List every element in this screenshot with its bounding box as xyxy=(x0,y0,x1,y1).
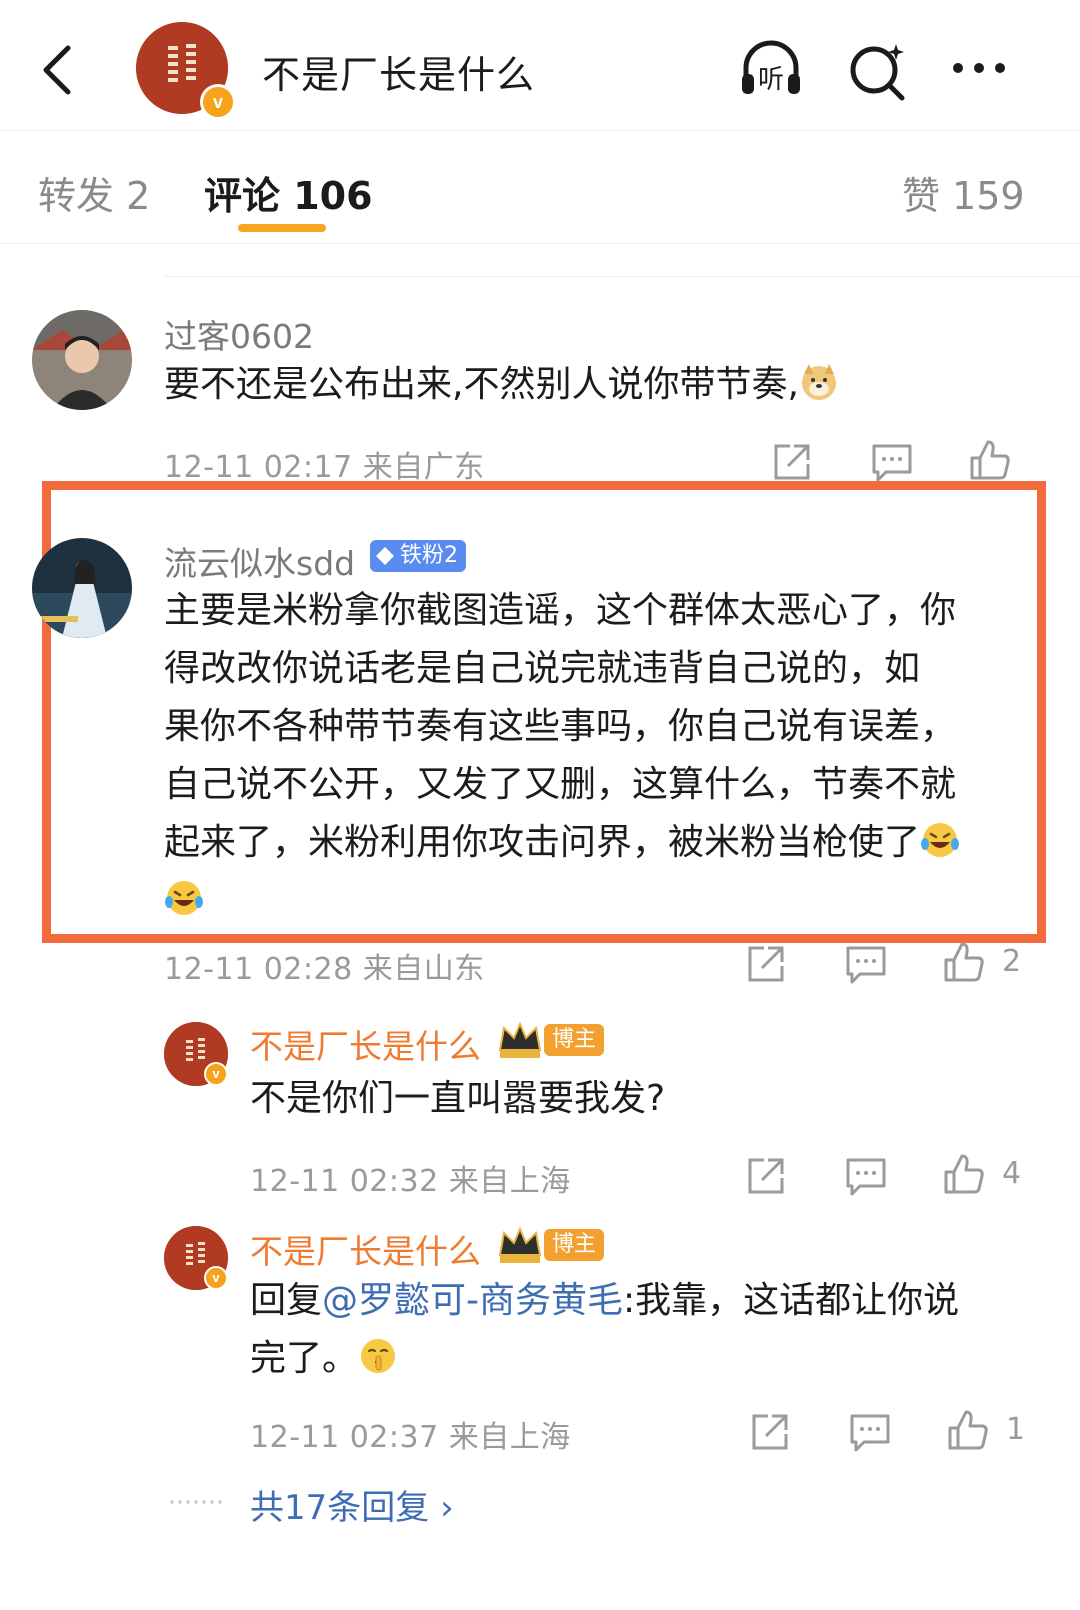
comment-username[interactable]: 流云似水sdd xyxy=(164,537,355,585)
fan-badge-label: 铁粉2 xyxy=(400,543,458,568)
comment-text-content: 要不还是公布出来,不然别人说你带节奏, xyxy=(164,364,799,405)
like-count: 4 xyxy=(1002,1156,1022,1191)
tab-comments[interactable]: 评论 106 xyxy=(204,165,373,220)
reply-time: 12-11 02:32 xyxy=(250,1164,439,1199)
share-icon[interactable] xyxy=(744,1154,788,1198)
comment-username[interactable]: 过客0602 xyxy=(164,310,314,358)
blogger-avatar[interactable]: v xyxy=(136,22,236,120)
comment-line: 得改改你说话老是自己说完就违背自己说的，如 xyxy=(164,648,921,689)
avatar[interactable] xyxy=(32,538,132,638)
laugh-cry-emoji xyxy=(164,878,204,918)
reply-text: 不是你们一直叫嚣要我发? xyxy=(250,1078,666,1119)
tab-bar: 转发 2 评论 106 赞 159 xyxy=(0,131,1080,244)
reply-text-content: :我靠，这话都让你说 xyxy=(623,1280,960,1321)
host-badge-label: 博主 xyxy=(544,1024,605,1056)
reply-username[interactable]: 不是厂长是什么 xyxy=(250,1225,481,1273)
iron-fan-badge: 铁粉2 xyxy=(370,540,466,572)
reply-location: 来自上海 xyxy=(448,1164,571,1199)
host-badge: 博主 xyxy=(498,1020,605,1060)
verified-badge: v xyxy=(204,1062,228,1086)
divider xyxy=(164,276,1080,277)
like-icon[interactable] xyxy=(942,940,986,984)
laugh-cry-emoji xyxy=(920,820,960,860)
shush-emoji xyxy=(358,1336,398,1376)
comment-meta: 12-11 02:17 来自广东 xyxy=(164,442,485,486)
listen-icon[interactable]: 听 xyxy=(738,38,804,104)
comment-location: 来自广东 xyxy=(362,450,485,485)
host-badge: 博主 xyxy=(498,1225,605,1265)
reply-meta: 12-11 02:32 来自上海 xyxy=(250,1156,571,1200)
share-icon[interactable] xyxy=(748,1410,792,1454)
page-title: 不是厂长是什么 xyxy=(262,53,536,97)
reply-time: 12-11 02:37 xyxy=(250,1420,439,1455)
reply-text-content: 完了。 xyxy=(250,1338,359,1379)
crown-icon xyxy=(498,1226,542,1263)
comment-meta: 12-11 02:28 来自山东 xyxy=(164,944,485,987)
host-badge-label: 博主 xyxy=(544,1229,605,1261)
comment-line: 起来了，米粉利用你攻击问界，被米粉当枪使了 xyxy=(164,814,1024,872)
reply-prefix: 回复 xyxy=(250,1280,323,1321)
like-icon[interactable] xyxy=(942,1152,986,1196)
tab-reposts[interactable]: 转发 2 xyxy=(38,165,150,220)
comment-line: 果你不各种带节奏有这些事吗，你自己说有误差， xyxy=(164,706,957,747)
diamond-icon xyxy=(376,547,394,565)
reply-username[interactable]: 不是厂长是什么 xyxy=(250,1020,481,1068)
tab-likes[interactable]: 赞 159 xyxy=(902,165,1025,220)
back-icon[interactable] xyxy=(30,40,90,100)
avatar[interactable] xyxy=(32,310,132,410)
verified-badge: v xyxy=(204,1266,228,1290)
comment-line-text: 起来了，米粉利用你攻击问界，被米粉当枪使了 xyxy=(164,822,921,863)
comment-line: 主要是米粉拿你截图造谣，这个群体太恶心了，你 xyxy=(164,590,957,631)
like-count: 1 xyxy=(1006,1412,1026,1447)
view-more-replies-link[interactable]: 共17条回复 › xyxy=(250,1480,454,1529)
avatar[interactable]: v xyxy=(164,1022,228,1086)
like-icon[interactable] xyxy=(968,438,1012,482)
reply-meta: 12-11 02:37 来自上海 xyxy=(250,1412,571,1456)
comment-line xyxy=(164,872,1024,930)
share-icon[interactable] xyxy=(744,942,788,986)
crown-icon xyxy=(498,1021,542,1058)
doge-emoji xyxy=(799,362,839,402)
reply-line: 完了。 xyxy=(250,1330,1030,1388)
like-count: 2 xyxy=(1002,944,1022,979)
reply-location: 来自上海 xyxy=(448,1420,571,1455)
comment-time: 12-11 02:17 xyxy=(164,450,353,485)
top-bar: v 不是厂长是什么 听 xyxy=(0,0,1080,131)
share-icon[interactable] xyxy=(770,440,814,484)
reply-text: 回复@罗懿可-商务黄毛:我靠，这话都让你说 完了。 xyxy=(250,1272,1030,1388)
reply-icon[interactable] xyxy=(844,1154,888,1198)
reply-icon[interactable] xyxy=(848,1410,892,1454)
comment-line: 自己说不公开，又发了又删，这算什么，节奏不就 xyxy=(164,764,957,805)
comment-text: 要不还是公布出来,不然别人说你带节奏, xyxy=(164,356,839,414)
reply-line: 回复@罗懿可-商务黄毛:我靠，这话都让你说 xyxy=(250,1272,1030,1330)
reply-icon[interactable] xyxy=(870,440,914,484)
more-icon[interactable] xyxy=(946,38,1012,104)
listen-label: 听 xyxy=(758,65,784,95)
reply-icon[interactable] xyxy=(844,942,888,986)
like-icon[interactable] xyxy=(946,1408,990,1452)
comment-text: 主要是米粉拿你截图造谣，这个群体太恶心了，你 得改改你说话老是自己说完就违背自己… xyxy=(164,582,1024,930)
mention-link[interactable]: @罗懿可-商务黄毛 xyxy=(322,1280,623,1321)
active-tab-indicator xyxy=(238,224,326,232)
comment-time: 12-11 02:28 xyxy=(164,952,353,987)
comment-location: 来自山东 xyxy=(362,952,485,987)
dotted-connector xyxy=(168,1500,224,1504)
avatar[interactable]: v xyxy=(164,1226,228,1290)
verified-badge: v xyxy=(200,84,236,120)
search-icon[interactable] xyxy=(846,38,912,104)
